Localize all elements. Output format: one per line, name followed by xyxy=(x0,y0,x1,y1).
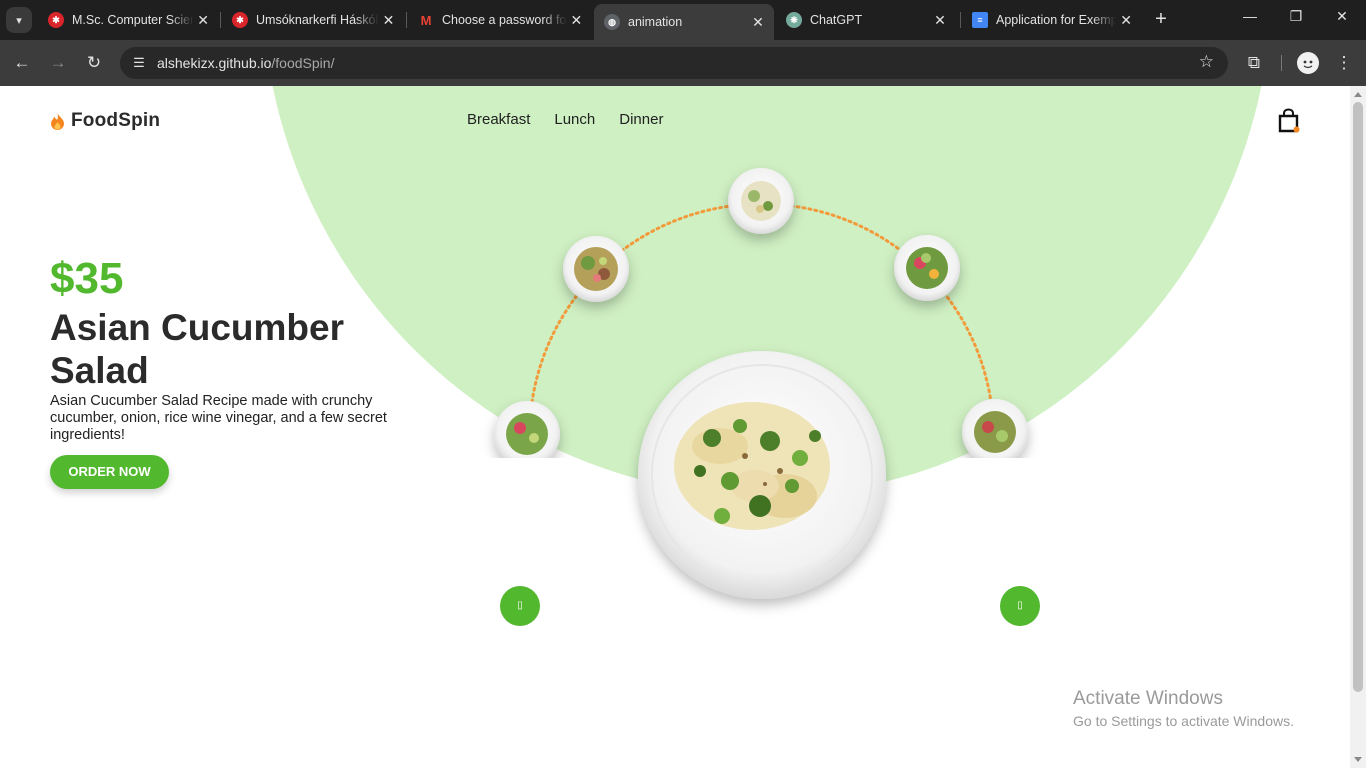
chevron-down-icon: ▾ xyxy=(16,14,22,27)
close-icon[interactable]: ✕ xyxy=(1116,12,1136,29)
restore-icon[interactable]: ❐ xyxy=(1284,8,1308,25)
menu-kebab-icon[interactable]: ⋮ xyxy=(1332,51,1356,75)
plate-top[interactable] xyxy=(728,168,794,234)
page-scrollbar[interactable] xyxy=(1350,86,1366,768)
profile-avatar[interactable] xyxy=(1297,52,1319,74)
tab-title: Umsóknarkerfi Háskóla xyxy=(256,13,379,27)
tab-gmail[interactable]: M Choose a password for ✕ xyxy=(408,4,592,36)
windows-activation-watermark: Activate Windows Go to Settings to activ… xyxy=(1073,688,1294,729)
tab-search-button[interactable]: ▾ xyxy=(6,7,32,33)
extensions-puzzle-icon[interactable]: ⧉ xyxy=(1242,51,1266,75)
plate-lower-left[interactable] xyxy=(494,401,560,467)
close-icon[interactable]: ✕ xyxy=(194,12,212,29)
tab-docs[interactable]: ≡ Application for Exemp ✕ xyxy=(962,4,1142,36)
plate-upper-left[interactable] xyxy=(563,236,629,302)
docs-icon: ≡ xyxy=(972,12,988,28)
tab-title: Choose a password for xyxy=(442,13,567,27)
url-path: /foodSpin/ xyxy=(271,55,335,71)
plate-upper-right[interactable] xyxy=(894,235,960,301)
tab-umsokn[interactable]: ✱ Umsóknarkerfi Háskóla ✕ xyxy=(222,4,404,36)
globe-icon: ◍ xyxy=(604,14,620,30)
close-icon[interactable]: ✕ xyxy=(379,12,398,29)
bookmark-star-icon[interactable]: ☆ xyxy=(1199,52,1214,72)
tab-chatgpt[interactable]: ❋ ChatGPT ✕ xyxy=(776,4,956,36)
tab-strip: ▾ ✱ M.Sc. Computer Science ✕ ✱ Umsóknark… xyxy=(0,0,1366,40)
forward-arrow-icon[interactable]: → xyxy=(46,51,70,75)
university-icon: ✱ xyxy=(232,12,248,28)
page-viewport: FoodSpin Breakfast Lunch Dinner $35 Asia… xyxy=(0,86,1350,768)
next-arrow-button[interactable]: ▯ xyxy=(1000,586,1040,626)
browser-toolbar: ← → ↻ ☰ alshekizx.github.io/foodSpin/ ☆ … xyxy=(0,40,1366,86)
activation-title: Activate Windows xyxy=(1073,688,1223,709)
url-text[interactable]: alshekizx.github.io/foodSpin/ xyxy=(157,55,334,71)
plate-lower-right[interactable] xyxy=(962,399,1028,465)
tab-msc[interactable]: ✱ M.Sc. Computer Science ✕ xyxy=(38,4,218,36)
tab-title: animation xyxy=(628,15,683,29)
close-icon[interactable]: ✕ xyxy=(748,14,768,31)
close-icon[interactable]: ✕ xyxy=(567,12,586,29)
close-icon[interactable]: ✕ xyxy=(930,12,950,29)
tab-animation[interactable]: ◍ animation ✕ xyxy=(594,4,774,40)
tab-title: M.Sc. Computer Science xyxy=(72,13,195,27)
site-info-icon[interactable]: ☰ xyxy=(128,52,150,74)
tab-title: Application for Exemp xyxy=(996,13,1117,27)
activation-subtitle: Go to Settings to activate Windows. xyxy=(1073,713,1294,729)
new-tab-button[interactable]: + xyxy=(1150,8,1172,32)
food-carousel xyxy=(494,168,1028,599)
scroll-down-icon[interactable] xyxy=(1354,757,1362,762)
back-arrow-icon[interactable]: ← xyxy=(10,51,34,75)
chatgpt-icon: ❋ xyxy=(786,12,802,28)
prev-arrow-button[interactable]: ▯ xyxy=(500,586,540,626)
url-host: alshekizx.github.io xyxy=(157,55,272,71)
minimize-icon[interactable]: — xyxy=(1238,8,1262,24)
window-close-icon[interactable]: ✕ xyxy=(1330,8,1354,25)
scroll-up-icon[interactable] xyxy=(1354,92,1362,97)
address-bar[interactable]: ☰ alshekizx.github.io/foodSpin/ ☆ xyxy=(120,47,1228,79)
gmail-icon: M xyxy=(420,12,432,28)
reload-icon[interactable]: ↻ xyxy=(82,51,106,75)
scrollbar-thumb[interactable] xyxy=(1353,102,1363,692)
main-dish-plate xyxy=(638,351,886,599)
tab-title: ChatGPT xyxy=(810,13,863,27)
university-icon: ✱ xyxy=(48,12,64,28)
